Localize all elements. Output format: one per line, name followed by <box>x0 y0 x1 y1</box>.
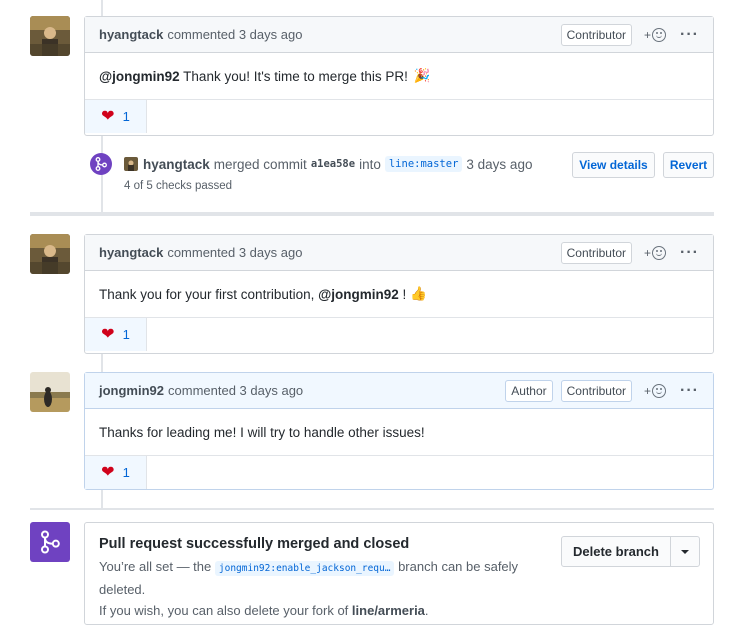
heart-reaction[interactable]: ❤ 1 <box>85 100 147 133</box>
reactions-bar: ❤ 1 <box>85 99 713 133</box>
comment-text-end: ! <box>398 286 411 302</box>
comment-author[interactable]: hyangtack <box>99 245 163 260</box>
merge-event: hyangtack merged commit a1ea58e into lin… <box>90 150 714 200</box>
git-merge-icon <box>30 522 70 562</box>
timeline-divider <box>30 212 714 216</box>
comment-timestamp[interactable]: commented 3 days ago <box>168 383 303 398</box>
comment-body: Thanks for leading me! I will try to han… <box>85 409 713 455</box>
timeline-line-mid <box>101 354 103 372</box>
timeline-line-top <box>101 0 103 16</box>
comment-3: jongmin92 commented 3 days ago Author Co… <box>84 372 714 490</box>
git-merge-icon <box>90 153 112 175</box>
fork-text: If you wish, you can also delete your fo… <box>99 603 352 618</box>
smiley-icon <box>652 383 667 398</box>
comment-text: Thanks for leading me! I will try to han… <box>99 424 425 440</box>
contributor-badge: Contributor <box>560 23 632 46</box>
contributor-badge: Contributor <box>560 379 632 402</box>
avatar-hyangtack[interactable] <box>30 16 70 56</box>
comment-body: @jongmin92 Thank you! It's time to merge… <box>85 53 713 99</box>
merged-desc-text: You’re all set — the <box>99 559 215 574</box>
smiley-icon <box>652 245 667 260</box>
comment-body: Thank you for your first contribution, @… <box>85 271 713 317</box>
reaction-count: 1 <box>122 327 130 342</box>
source-branch[interactable]: jongmin92:enable_jackson_requ… <box>214 561 395 576</box>
merge-time[interactable]: 3 days ago <box>466 157 532 172</box>
kebab-horizontal-icon[interactable]: ··· <box>680 382 699 398</box>
reaction-count: 1 <box>122 465 130 480</box>
comment-author[interactable]: jongmin92 <box>99 383 164 398</box>
avatar-hyangtack[interactable] <box>30 234 70 274</box>
repo-link[interactable]: line/armeria <box>352 603 425 618</box>
merge-user[interactable]: hyangtack <box>143 157 210 172</box>
comment-timestamp[interactable]: commented 3 days ago <box>167 245 302 260</box>
comment-2: hyangtack commented 3 days ago Contribut… <box>84 234 714 354</box>
smiley-icon <box>652 27 667 42</box>
delete-branch-group: Delete branch <box>561 536 700 567</box>
merged-title: Pull request successfully merged and clo… <box>99 536 410 552</box>
merged-description: You’re all set — the jongmin92:enable_ja… <box>99 556 539 621</box>
comment-1: hyangtack commented 3 days ago Contribut… <box>84 16 714 136</box>
comment-header: hyangtack commented 3 days ago Contribut… <box>85 235 713 271</box>
timeline-line-bottom <box>101 490 103 508</box>
target-branch[interactable]: line:master <box>384 156 463 172</box>
merge-into: into <box>359 156 381 172</box>
party-popper-emoji: 🎉 <box>413 68 431 83</box>
revert-button[interactable]: Revert <box>663 152 714 178</box>
fork-text-end: . <box>424 603 429 618</box>
heart-reaction[interactable]: ❤ 1 <box>85 456 147 489</box>
comment-author[interactable]: hyangtack <box>99 27 163 42</box>
reactions-bar: ❤ 1 <box>85 317 713 351</box>
add-reaction-button[interactable]: + <box>644 27 667 42</box>
comment-text: Thank you! It's time to merge this PR! <box>179 68 412 84</box>
thumbs-up-emoji: 👍 <box>410 286 427 301</box>
avatar-jongmin92[interactable] <box>30 372 70 412</box>
comment-timestamp[interactable]: commented 3 days ago <box>167 27 302 42</box>
merge-verb: merged commit <box>213 156 307 172</box>
comment-header: jongmin92 commented 3 days ago Author Co… <box>85 373 713 409</box>
reaction-count: 1 <box>122 109 130 124</box>
kebab-horizontal-icon[interactable]: ··· <box>680 244 699 260</box>
heart-emoji: ❤ <box>101 325 115 343</box>
heart-reaction[interactable]: ❤ 1 <box>85 318 147 351</box>
checks-status[interactable]: 4 of 5 checks passed <box>124 180 232 192</box>
triangle-down-icon <box>680 549 689 554</box>
view-details-button[interactable]: View details <box>572 152 655 178</box>
author-badge: Author <box>505 379 553 402</box>
heart-emoji: ❤ <box>101 107 115 125</box>
kebab-horizontal-icon[interactable]: ··· <box>680 26 699 42</box>
user-mention[interactable]: @jongmin92 <box>318 287 399 302</box>
merge-text: hyangtack merged commit a1ea58e into lin… <box>124 156 532 172</box>
commit-sha[interactable]: a1ea58e <box>311 158 355 170</box>
comment-header: hyangtack commented 3 days ago Contribut… <box>85 17 713 53</box>
contributor-badge: Contributor <box>560 241 632 264</box>
timeline-divider <box>30 508 714 510</box>
delete-branch-button[interactable]: Delete branch <box>562 537 671 566</box>
heart-emoji: ❤ <box>101 463 115 481</box>
delete-branch-dropdown[interactable] <box>671 537 699 566</box>
reactions-bar: ❤ 1 <box>85 455 713 489</box>
comment-text: Thank you for your first contribution, <box>99 286 319 302</box>
add-reaction-button[interactable]: + <box>644 383 667 398</box>
add-reaction-button[interactable]: + <box>644 245 667 260</box>
avatar-hyangtack-small[interactable] <box>124 157 138 171</box>
merged-status-box: Pull request successfully merged and clo… <box>84 522 714 625</box>
user-mention[interactable]: @jongmin92 <box>99 69 180 84</box>
